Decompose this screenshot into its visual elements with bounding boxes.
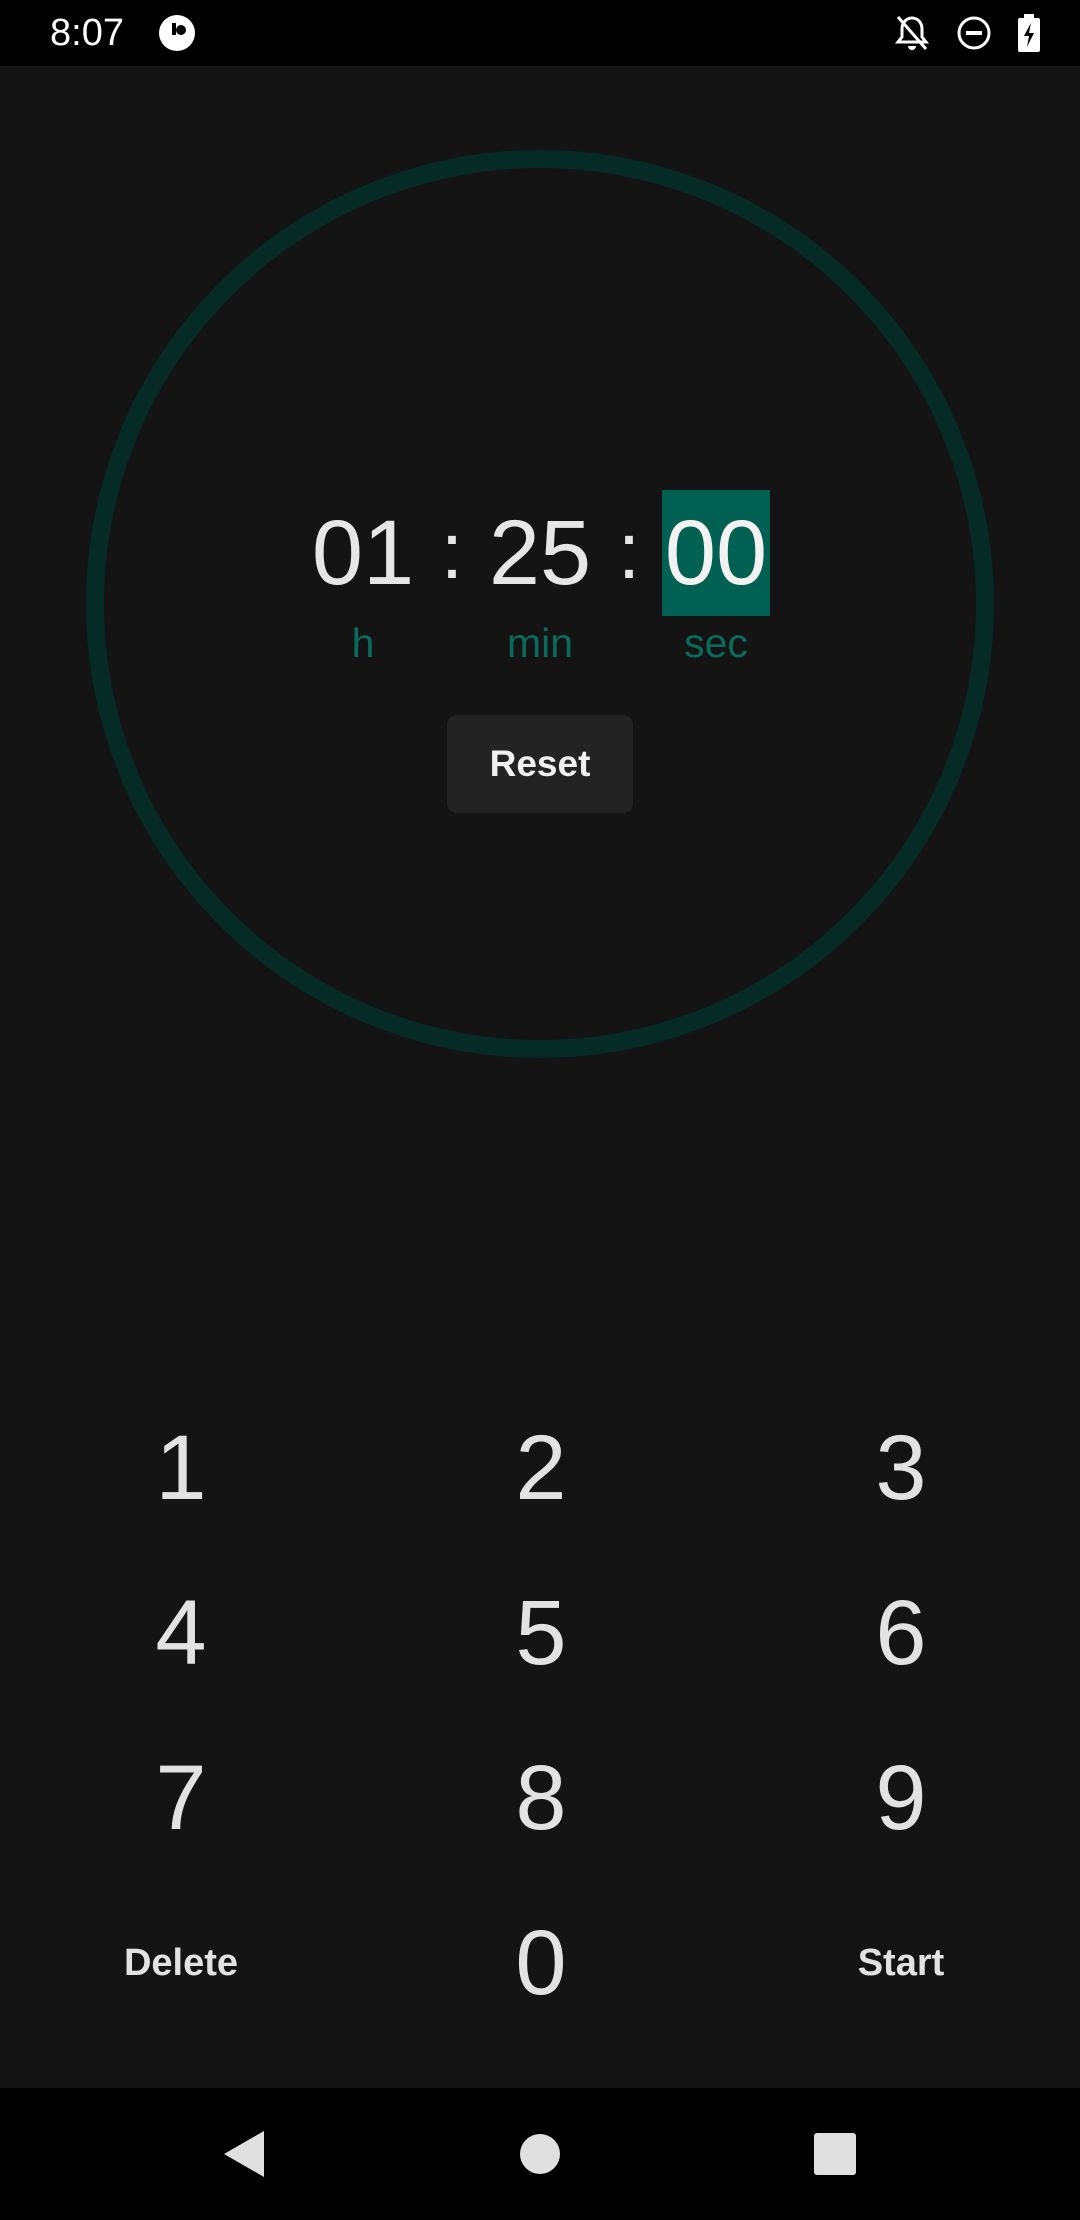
key-8[interactable]: 8 xyxy=(441,1738,641,1858)
recents-icon[interactable] xyxy=(793,2112,877,2196)
timer-display: 01 : 25 : 00 xyxy=(0,490,1080,620)
home-icon[interactable] xyxy=(498,2112,582,2196)
seconds-field[interactable]: 00 xyxy=(662,490,770,616)
seconds-unit-label: sec xyxy=(684,620,748,666)
status-bar: 8:07 xyxy=(0,0,1080,66)
minutes-seconds-separator: : xyxy=(617,506,641,595)
hours-field[interactable]: 01 xyxy=(305,490,421,616)
timer-screen: 8: 0 7 01: 25: 00 h min sec Reset 1 2 3 … xyxy=(0,0,1080,2220)
reset-button[interactable]: Reset xyxy=(447,715,633,813)
start-button[interactable]: Start xyxy=(801,1903,1001,2023)
key-9[interactable]: 9 xyxy=(801,1738,1001,1858)
delete-button[interactable]: Delete xyxy=(81,1903,281,2023)
key-3[interactable]: 3 xyxy=(801,1408,1001,1528)
key-1[interactable]: 1 xyxy=(81,1408,281,1528)
key-6[interactable]: 6 xyxy=(801,1573,1001,1693)
battery-charging-icon xyxy=(1018,14,1040,52)
minutes-field[interactable]: 25 xyxy=(482,490,598,616)
app-notification-icon xyxy=(158,14,196,52)
status-icons xyxy=(894,12,1040,54)
back-icon[interactable] xyxy=(202,2112,286,2196)
status-time: 8:07 xyxy=(50,12,124,54)
notifications-off-icon xyxy=(894,14,930,52)
key-2[interactable]: 2 xyxy=(441,1408,641,1528)
hours-unit-label: h xyxy=(351,620,375,666)
hours-minutes-separator: : xyxy=(440,506,464,595)
navigation-bar xyxy=(0,2088,1080,2220)
key-5[interactable]: 5 xyxy=(441,1573,641,1693)
key-7[interactable]: 7 xyxy=(81,1738,281,1858)
key-4[interactable]: 4 xyxy=(81,1573,281,1693)
do-not-disturb-icon xyxy=(956,15,992,51)
minutes-unit-label: min xyxy=(506,620,574,666)
key-0[interactable]: 0 xyxy=(441,1903,641,2023)
